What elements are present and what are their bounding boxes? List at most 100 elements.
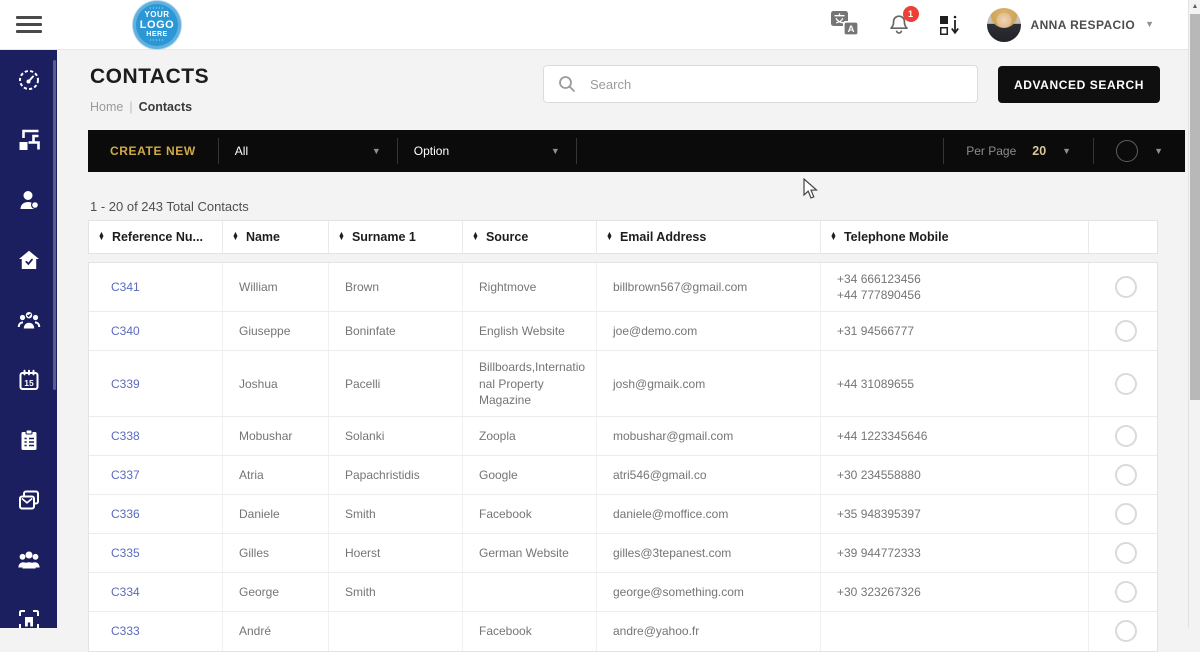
column-header-reference[interactable]: ▲▼ Reference Nu... <box>89 221 223 253</box>
vertical-scrollbar[interactable]: ▲ <box>1188 0 1200 628</box>
notification-badge: 1 <box>903 6 919 22</box>
row-select-radio[interactable] <box>1115 503 1137 525</box>
advanced-search-button[interactable]: ADVANCED SEARCH <box>998 66 1160 103</box>
bulk-select-circle[interactable] <box>1116 140 1138 162</box>
surname-cell: Pacelli <box>329 351 463 416</box>
row-select-radio[interactable] <box>1115 373 1137 395</box>
building-scan-icon <box>17 608 41 628</box>
source-cell: Facebook <box>463 495 597 533</box>
filter-all-dropdown[interactable]: All ▼ <box>219 144 397 158</box>
sidebar-item-team[interactable] <box>16 308 42 332</box>
row-select-radio[interactable] <box>1115 320 1137 342</box>
sidebar-item-groups[interactable] <box>16 548 42 572</box>
reference-link[interactable]: C335 <box>111 545 212 561</box>
sort-icon[interactable]: ▲▼ <box>606 233 613 242</box>
sidebar-item-properties[interactable] <box>16 248 42 272</box>
email-cell: joe@demo.com <box>597 312 821 350</box>
surname-cell: Hoerst <box>329 534 463 572</box>
name-cell: Daniele <box>223 495 329 533</box>
group-icon <box>17 548 41 572</box>
row-select-radio[interactable] <box>1115 276 1137 298</box>
email-cell: gilles@3tepanest.com <box>597 534 821 572</box>
scrollbar-thumb[interactable] <box>1190 14 1200 400</box>
name-cell: Joshua <box>223 351 329 416</box>
column-header-surname[interactable]: ▲▼ Surname 1 <box>329 221 463 253</box>
sidebar-item-modules[interactable] <box>16 128 42 152</box>
breadcrumb-home-link[interactable]: Home <box>90 100 123 114</box>
option-value: Option <box>414 144 449 158</box>
calendar-icon: 15 <box>17 368 41 392</box>
logo-text: HERE <box>146 31 167 38</box>
source-cell: Google <box>463 456 597 494</box>
sidebar-item-dashboard[interactable] <box>16 68 42 92</box>
reference-link[interactable]: C340 <box>111 323 212 339</box>
search-icon <box>558 75 576 93</box>
column-header-name[interactable]: ▲▼ Name <box>223 221 329 253</box>
sidebar-item-building[interactable] <box>16 608 42 628</box>
reference-link[interactable]: C336 <box>111 506 212 522</box>
row-select-radio[interactable] <box>1115 581 1137 603</box>
surname-cell: Papachristidis <box>329 456 463 494</box>
email-cell: mobushar@gmail.com <box>597 417 821 455</box>
sort-icon[interactable]: ▲▼ <box>232 233 239 242</box>
menu-icon[interactable] <box>16 12 42 37</box>
sort-icon[interactable]: ▲▼ <box>830 233 837 242</box>
row-select-radio[interactable] <box>1115 464 1137 486</box>
reference-link[interactable]: C334 <box>111 584 212 600</box>
table-row: C338 Mobushar Solanki Zoopla mobushar@gm… <box>89 417 1157 456</box>
company-logo[interactable]: YOUR LOGO HERE <box>133 1 181 49</box>
page-title: CONTACTS <box>90 65 209 89</box>
phone-cell: +31 94566777 <box>821 312 1089 350</box>
reference-link[interactable]: C337 <box>111 467 212 483</box>
bulk-select-dropdown[interactable]: ▼ <box>1094 140 1185 162</box>
email-cell: daniele@moffice.com <box>597 495 821 533</box>
column-header-source[interactable]: ▲▼ Source <box>463 221 597 253</box>
per-page-value: 20 <box>1032 144 1046 158</box>
surname-cell: Brown <box>329 263 463 311</box>
sort-icon[interactable]: ▲▼ <box>338 233 345 242</box>
sidebar-item-contacts[interactable] <box>16 188 42 212</box>
reference-link[interactable]: C333 <box>111 623 212 639</box>
translate-letter: A <box>847 24 854 35</box>
sidebar-scrollbar[interactable] <box>53 60 56 390</box>
column-sort-icon[interactable] <box>937 13 961 37</box>
chevron-down-icon: ▼ <box>1145 20 1154 29</box>
create-new-button[interactable]: CREATE NEW <box>88 144 218 158</box>
column-header-phone[interactable]: ▲▼ Telephone Mobile <box>821 221 1089 253</box>
phone-cell: +35 948395397 <box>821 495 1089 533</box>
notifications-bell-icon[interactable]: 1 <box>887 13 911 37</box>
per-page-dropdown[interactable]: Per Page 20 ▼ <box>944 144 1093 158</box>
table-row: C336 Daniele Smith Facebook daniele@moff… <box>89 495 1157 534</box>
email-cell: atri546@gmail.co <box>597 456 821 494</box>
phone-cell: +44 31089655 <box>821 351 1089 416</box>
breadcrumb-current: Contacts <box>139 100 192 114</box>
actions-toolbar: CREATE NEW All ▼ Option ▼ Per Page 20 ▼ … <box>88 130 1185 172</box>
per-page-label: Per Page <box>966 144 1016 158</box>
breadcrumb: Home|Contacts <box>90 100 192 114</box>
sidebar-item-calendar[interactable]: 15 <box>16 368 42 392</box>
column-header-email[interactable]: ▲▼ Email Address <box>597 221 821 253</box>
sidebar: 15 <box>0 50 57 628</box>
sidebar-item-mail[interactable] <box>16 488 42 512</box>
name-cell: William <box>223 263 329 311</box>
sort-icon[interactable]: ▲▼ <box>472 233 479 242</box>
topbar: YOUR LOGO HERE A 1 <box>0 0 1188 50</box>
row-select-radio[interactable] <box>1115 620 1137 642</box>
table-row: C333 André Facebook andre@yahoo.fr <box>89 612 1157 651</box>
surname-cell: Boninfate <box>329 312 463 350</box>
option-dropdown[interactable]: Option ▼ <box>398 144 576 158</box>
reference-link[interactable]: C338 <box>111 428 212 444</box>
user-menu[interactable]: ANNA RESPACIO ▼ <box>987 8 1154 42</box>
row-select-radio[interactable] <box>1115 542 1137 564</box>
search-input[interactable] <box>590 77 963 92</box>
sort-icon[interactable]: ▲▼ <box>98 233 105 242</box>
phone-cell: +39 944772333 <box>821 534 1089 572</box>
translate-icon[interactable]: A <box>831 11 861 38</box>
reference-link[interactable]: C341 <box>111 279 212 295</box>
row-select-radio[interactable] <box>1115 425 1137 447</box>
name-cell: Mobushar <box>223 417 329 455</box>
table-row: C341 William Brown Rightmove billbrown56… <box>89 263 1157 312</box>
sidebar-item-tasks[interactable] <box>16 428 42 452</box>
reference-link[interactable]: C339 <box>111 376 212 392</box>
scrollbar-up-arrow[interactable]: ▲ <box>1189 3 1200 10</box>
